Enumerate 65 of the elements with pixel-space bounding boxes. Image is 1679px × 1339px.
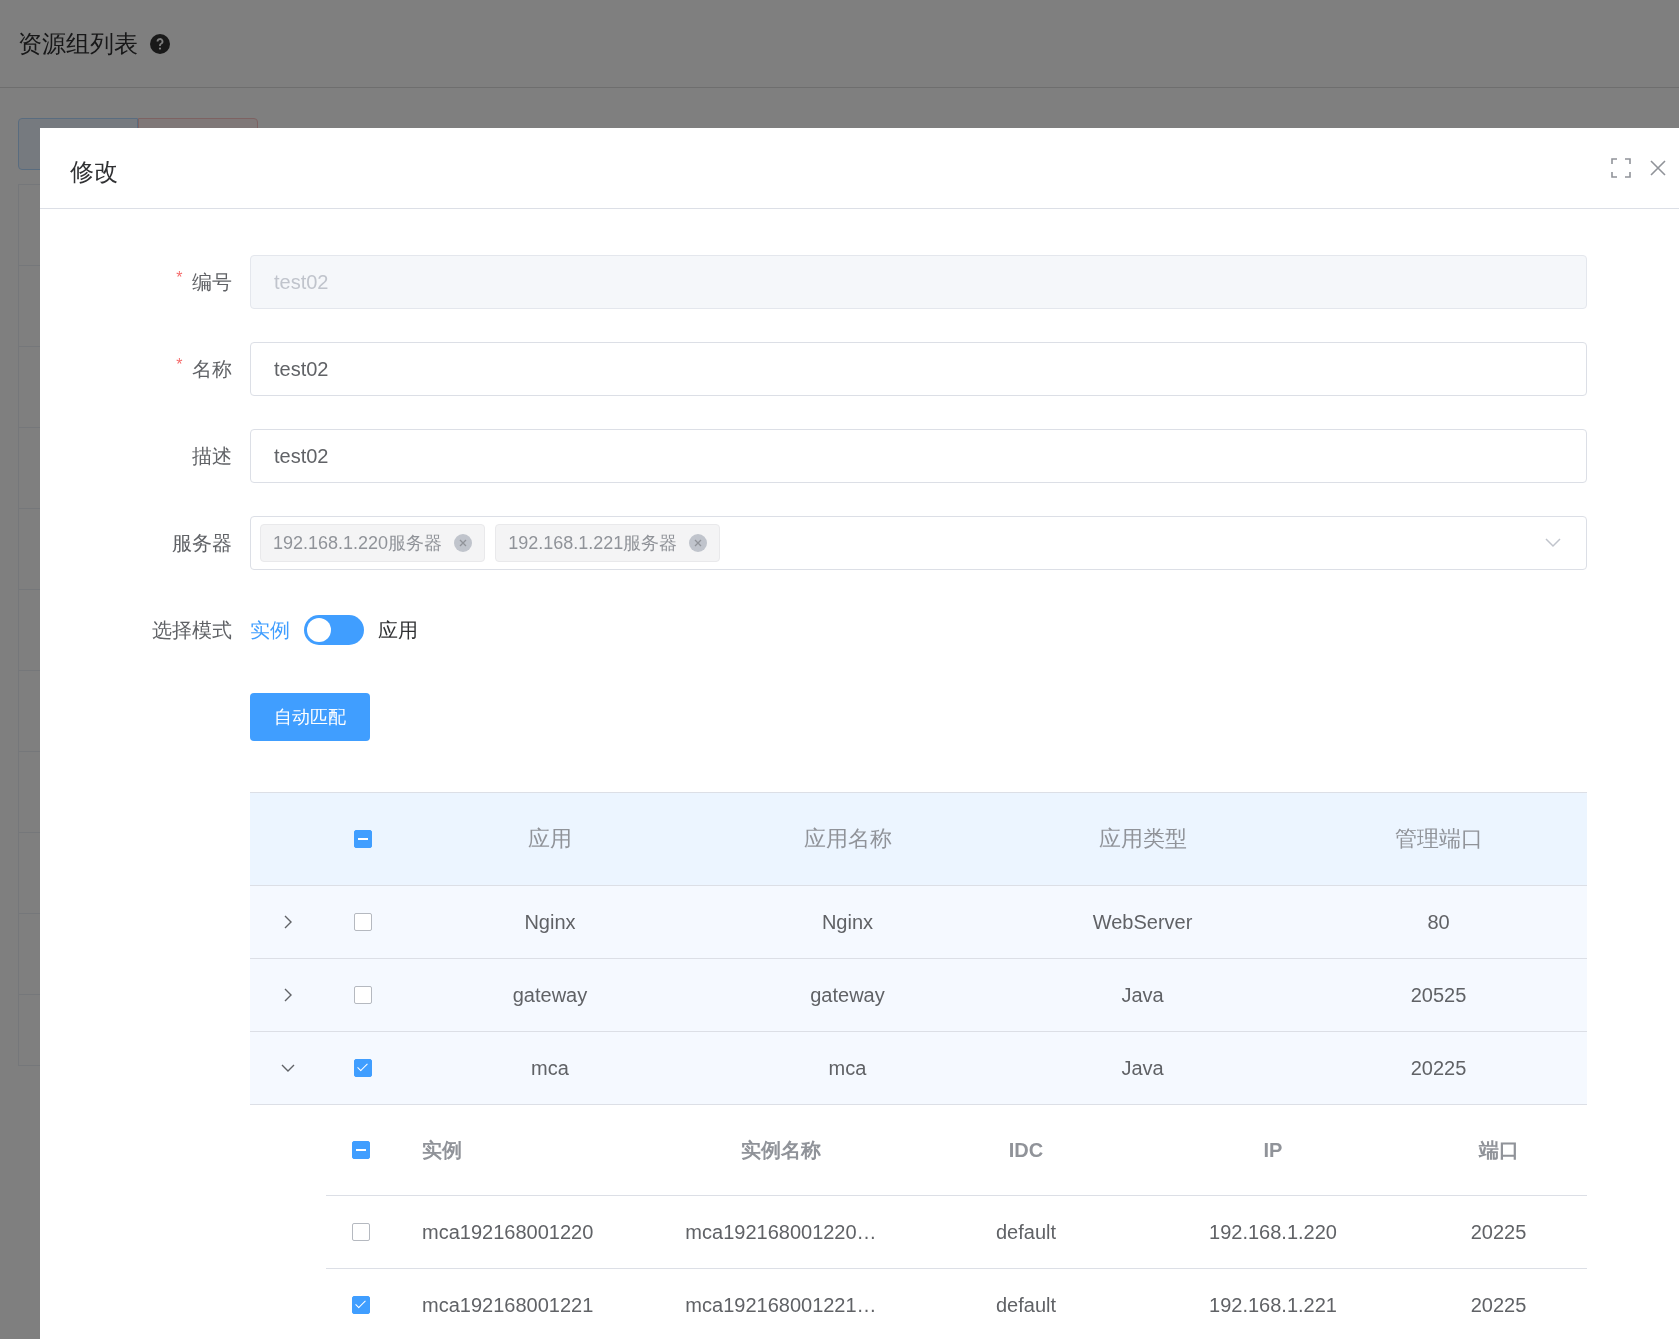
column-header: IP <box>1263 1138 1283 1162</box>
tag-close-icon[interactable] <box>689 534 708 552</box>
server-tag: 192.168.1.220服务器 <box>260 524 486 562</box>
dialog-title: 修改 <box>70 157 118 187</box>
input-field[interactable]: test02 <box>250 342 1587 396</box>
tag-close-icon[interactable] <box>454 534 473 552</box>
column-header: 实例 <box>422 1137 462 1163</box>
table-cell: 192.168.1.220 <box>1209 1220 1337 1244</box>
chevron-icon[interactable] <box>284 915 292 929</box>
fullscreen-icon[interactable] <box>1611 158 1631 178</box>
table-cell: mca <box>531 1056 569 1080</box>
table-cell: 20225 <box>1470 1220 1527 1244</box>
table-cell: 192.168.1.221 <box>1209 1293 1337 1317</box>
column-header: IDC <box>1008 1138 1044 1162</box>
table-cell: mca192168001221 <box>422 1293 594 1317</box>
table-cell: 20225 <box>1410 1056 1467 1080</box>
input-field[interactable]: test02 <box>250 429 1587 483</box>
table-cell: 20225 <box>1470 1293 1527 1317</box>
field-label: 选择模式 <box>152 618 232 641</box>
column-header: 端口 <box>1478 1137 1519 1163</box>
switch-option[interactable]: 实例 <box>250 616 290 644</box>
required-mark: * <box>176 355 183 373</box>
table-cell: Java <box>1121 983 1164 1007</box>
table-cell: Nginx <box>524 910 576 934</box>
table-cell: Nginx <box>821 910 874 934</box>
server-tag: 192.168.1.221服务器 <box>495 524 721 562</box>
table-cell: WebServer <box>1092 910 1193 934</box>
help-icon[interactable] <box>150 33 170 54</box>
table-cell: mca <box>828 1056 867 1080</box>
chevron-icon[interactable] <box>281 1064 295 1072</box>
close-icon[interactable] <box>1649 159 1667 177</box>
checkbox[interactable] <box>354 830 372 848</box>
auto-match-button[interactable]: 自动匹配 <box>250 693 370 741</box>
table-cell: 20525 <box>1410 983 1467 1007</box>
page-title: 资源组列表 <box>18 28 138 59</box>
table-cell: default <box>995 1293 1057 1317</box>
checkbox[interactable] <box>352 1296 370 1314</box>
checkbox[interactable] <box>352 1223 370 1241</box>
table-cell: gateway <box>512 983 588 1007</box>
switch-option[interactable]: 应用 <box>378 616 418 644</box>
field-label: 描述 <box>192 444 232 467</box>
table-cell: gateway <box>810 983 885 1007</box>
table-cell: mca192168001220 <box>422 1220 594 1244</box>
table-cell: mca192168001220… <box>685 1220 877 1244</box>
table-cell: default <box>995 1220 1057 1244</box>
chevron-icon[interactable] <box>284 988 292 1002</box>
field-label: 服务器 <box>172 531 232 554</box>
column-header: 实例名称 <box>741 1137 821 1163</box>
table-cell: Java <box>1121 1056 1164 1080</box>
checkbox[interactable] <box>354 986 372 1004</box>
column-header: 管理端口 <box>1394 825 1483 853</box>
required-mark: * <box>176 268 183 286</box>
table-cell: mca192168001221… <box>685 1293 877 1317</box>
checkbox[interactable] <box>352 1141 370 1159</box>
chevron-down-icon[interactable] <box>1545 538 1561 548</box>
field-label: 编号 <box>192 270 232 293</box>
field-label: 名称 <box>192 357 232 380</box>
checkbox[interactable] <box>354 1059 372 1077</box>
column-header: 应用 <box>528 825 572 853</box>
toggle-switch[interactable] <box>304 615 364 645</box>
checkbox[interactable] <box>354 913 372 931</box>
column-header: 应用名称 <box>803 825 892 853</box>
table-cell: 80 <box>1427 910 1450 934</box>
column-header: 应用类型 <box>1098 825 1187 853</box>
select-field[interactable]: 192.168.1.220服务器 192.168.1.221服务器 <box>250 516 1587 570</box>
